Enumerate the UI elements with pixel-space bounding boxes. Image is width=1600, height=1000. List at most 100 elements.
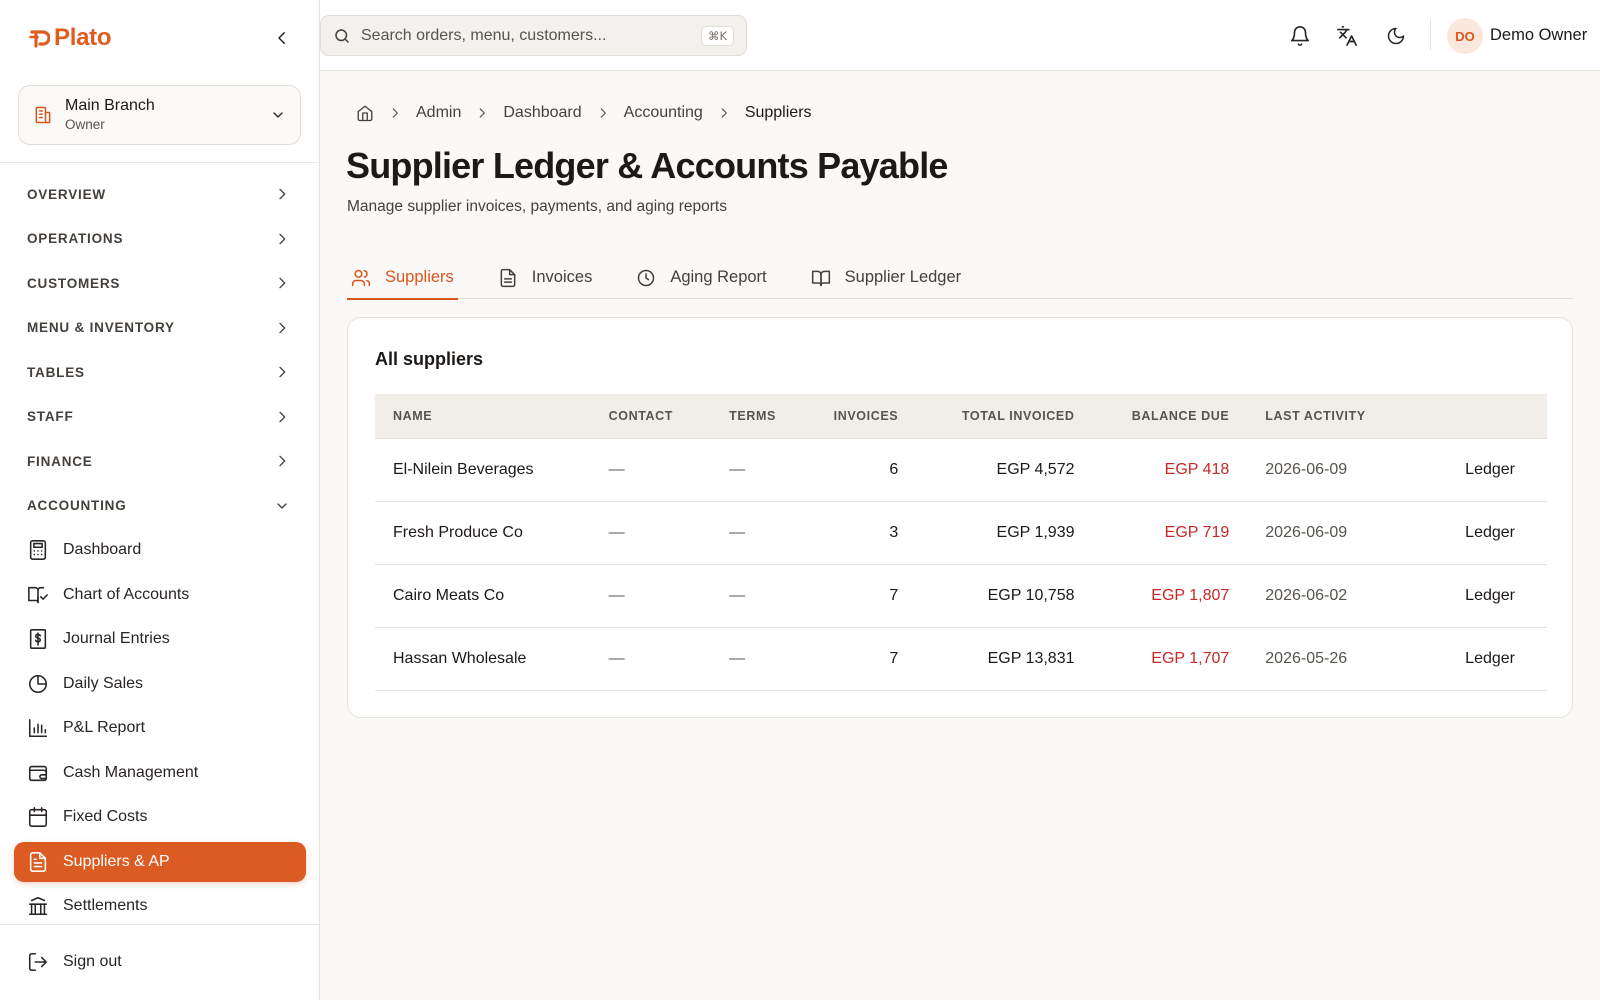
- column-header-terms[interactable]: TERMS: [711, 394, 816, 439]
- tab-label: Supplier Ledger: [844, 268, 962, 286]
- home-icon[interactable]: [356, 104, 374, 122]
- ledger-link[interactable]: Ledger: [1413, 501, 1547, 565]
- wallet-icon: [27, 762, 49, 784]
- breadcrumb-admin[interactable]: Admin: [416, 104, 461, 122]
- sidebar-item-suppliers-ap[interactable]: Suppliers & AP: [14, 841, 306, 882]
- supplier-name: Hassan Wholesale: [375, 627, 591, 691]
- supplier-contact: —: [590, 564, 712, 628]
- nav-section-label: CUSTOMERS: [27, 275, 121, 291]
- supplier-balance-due: EGP 418: [1092, 438, 1248, 502]
- supplier-last-activity: 2026-05-26: [1247, 627, 1414, 691]
- branch-name: Main Branch: [65, 97, 155, 114]
- supplier-contact: —: [590, 627, 712, 691]
- column-header-actions: [1413, 394, 1547, 439]
- tab-label: Invoices: [531, 268, 593, 286]
- supplier-name: El-Nilein Beverages: [375, 438, 591, 502]
- supplier-invoices: 7: [815, 627, 917, 691]
- sidebar-divider: [0, 162, 320, 163]
- chevron-down-icon: [277, 503, 287, 509]
- chevron-right-icon: [279, 233, 286, 245]
- nav-section-tables[interactable]: TABLES: [0, 350, 320, 395]
- language-button[interactable]: [1335, 24, 1359, 48]
- book-check-icon: [27, 584, 49, 606]
- nav-section-finance[interactable]: FINANCE: [0, 439, 320, 484]
- ledger-link[interactable]: Ledger: [1413, 627, 1547, 691]
- sidebar-item-label: Dashboard: [63, 541, 142, 559]
- sidebar-item-label: Journal Entries: [63, 630, 170, 648]
- building-icon: [33, 105, 53, 125]
- tab-invoices[interactable]: Invoices: [494, 256, 597, 299]
- moon-icon: [1387, 27, 1405, 45]
- sign-out-button[interactable]: Sign out: [14, 940, 306, 984]
- sidebar-item-settlements[interactable]: Settlements: [14, 884, 306, 929]
- column-header-total-invoiced[interactable]: TOTAL INVOICED: [916, 394, 1093, 439]
- avatar[interactable]: DO: [1447, 18, 1483, 54]
- sidebar-item-fixed-costs[interactable]: Fixed Costs: [14, 795, 306, 840]
- file-text-icon: [27, 851, 49, 873]
- user-name[interactable]: Demo Owner: [1490, 26, 1587, 45]
- supplier-terms: —: [711, 564, 816, 628]
- sidebar-item-chart-of-accounts[interactable]: Chart of Accounts: [14, 573, 306, 618]
- sidebar-nav: OVERVIEW OPERATIONS CUSTOMERS MENU & INV…: [0, 172, 320, 928]
- chevron-right-icon: [279, 411, 286, 423]
- supplier-total-invoiced: EGP 13,831: [916, 627, 1093, 691]
- nav-section-overview[interactable]: OVERVIEW: [0, 172, 320, 217]
- search-shortcut-badge: ⌘K: [700, 25, 734, 46]
- nav-section-staff[interactable]: STAFF: [0, 395, 320, 440]
- supplier-balance-due: EGP 719: [1092, 501, 1248, 565]
- search-box[interactable]: ⌘K: [320, 15, 747, 56]
- column-header-invoices[interactable]: INVOICES: [815, 394, 917, 439]
- sidebar-item-pl-report[interactable]: P&L Report: [14, 706, 306, 751]
- nav-section-accounting[interactable]: ACCOUNTING: [0, 484, 320, 529]
- branch-role: Owner: [65, 117, 105, 132]
- tab-supplier-ledger[interactable]: Supplier Ledger: [807, 256, 966, 299]
- sign-out-label: Sign out: [63, 953, 122, 970]
- tab-suppliers[interactable]: Suppliers: [347, 256, 458, 300]
- pie-chart-icon: [27, 673, 49, 695]
- nav-section-operations[interactable]: OPERATIONS: [0, 217, 320, 262]
- bank-icon: [27, 895, 49, 917]
- search-input[interactable]: [361, 26, 701, 45]
- supplier-total-invoiced: EGP 1,939: [916, 501, 1093, 565]
- sidebar-item-daily-sales[interactable]: Daily Sales: [14, 662, 306, 707]
- table-row[interactable]: Hassan Wholesale — — 7 EGP 13,831 EGP 1,…: [375, 627, 1547, 691]
- ledger-link[interactable]: Ledger: [1413, 438, 1547, 502]
- tab-aging-report[interactable]: Aging Report: [632, 256, 770, 299]
- column-header-balance-due[interactable]: BALANCE DUE: [1092, 394, 1248, 439]
- sidebar-item-label: Cash Management: [63, 763, 199, 781]
- column-header-contact[interactable]: CONTACT: [590, 394, 712, 439]
- receipt-dollar-icon: [27, 628, 49, 650]
- nav-section-menu-inventory[interactable]: MENU & INVENTORY: [0, 306, 320, 351]
- table-row[interactable]: Cairo Meats Co — — 7 EGP 10,758 EGP 1,80…: [375, 564, 1547, 628]
- collapse-sidebar-button[interactable]: [270, 26, 294, 50]
- table-row[interactable]: Fresh Produce Co — — 3 EGP 1,939 EGP 719…: [375, 501, 1547, 565]
- tab-label: Aging Report: [670, 268, 767, 286]
- sidebar-item-label: Chart of Accounts: [63, 585, 190, 603]
- column-header-last-activity[interactable]: LAST ACTIVITY: [1247, 394, 1414, 439]
- sidebar-item-journal-entries[interactable]: Journal Entries: [14, 617, 306, 662]
- branch-selector[interactable]: Main Branch Owner: [18, 85, 301, 145]
- breadcrumb-dashboard[interactable]: Dashboard: [503, 104, 581, 122]
- nav-section-customers[interactable]: CUSTOMERS: [0, 261, 320, 306]
- table-row[interactable]: El-Nilein Beverages — — 6 EGP 4,572 EGP …: [375, 438, 1547, 502]
- log-out-icon: [27, 951, 49, 973]
- breadcrumb: Admin Dashboard Accounting Suppliers: [356, 102, 812, 124]
- users-icon: [351, 269, 371, 286]
- chevron-right-icon: [279, 188, 286, 200]
- column-header-name[interactable]: NAME: [375, 394, 591, 439]
- breadcrumb-accounting[interactable]: Accounting: [624, 104, 703, 122]
- supplier-invoices: 7: [815, 564, 917, 628]
- table-header-row: NAME CONTACT TERMS INVOICES TOTAL INVOIC…: [375, 394, 1547, 439]
- notifications-button[interactable]: [1288, 24, 1312, 48]
- nav-section-label: STAFF: [27, 409, 74, 425]
- ledger-link[interactable]: Ledger: [1413, 564, 1547, 628]
- sidebar-item-dashboard[interactable]: Dashboard: [14, 528, 306, 573]
- nav-section-label: ACCOUNTING: [27, 498, 127, 514]
- page-subtitle: Manage supplier invoices, payments, and …: [347, 198, 727, 215]
- breadcrumb-suppliers: Suppliers: [744, 104, 812, 121]
- brand-logo[interactable]: Plato: [28, 24, 111, 52]
- theme-toggle-button[interactable]: [1384, 24, 1408, 48]
- sidebar-item-cash-management[interactable]: Cash Management: [14, 751, 306, 796]
- nav-section-label: MENU & INVENTORY: [27, 320, 175, 336]
- supplier-balance-due: EGP 1,807: [1092, 564, 1248, 628]
